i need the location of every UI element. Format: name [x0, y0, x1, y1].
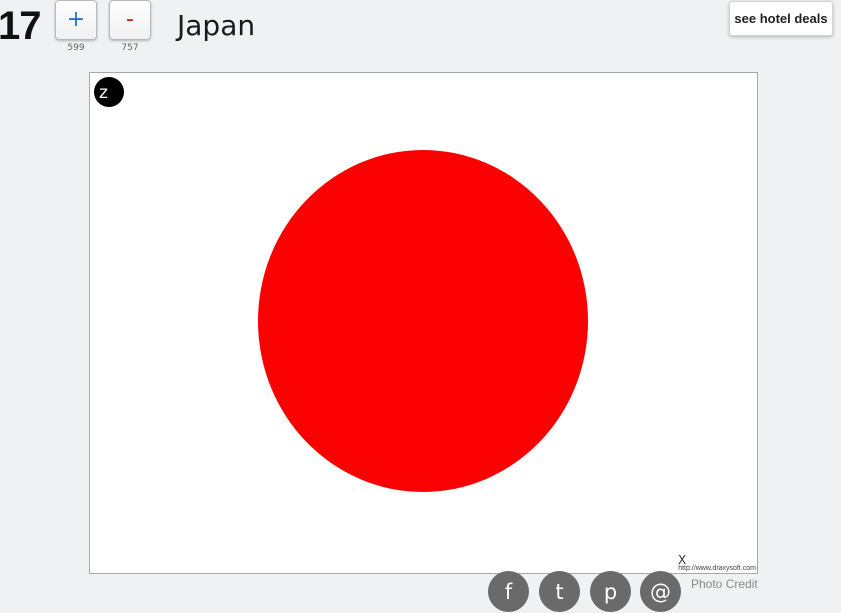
- upvote-count: 599: [67, 43, 85, 53]
- twitter-share-button[interactable]: t: [539, 571, 580, 612]
- downvote-count: 757: [121, 43, 139, 53]
- item-title: Japan: [177, 9, 256, 42]
- downvote-button[interactable]: -: [109, 0, 151, 40]
- zoom-icon[interactable]: z: [94, 77, 124, 107]
- email-icon: @: [650, 580, 671, 604]
- email-share-button[interactable]: @: [640, 571, 681, 612]
- twitter-icon: t: [555, 580, 564, 604]
- upvote-button[interactable]: +: [55, 0, 97, 40]
- pinterest-icon: p: [603, 580, 618, 604]
- flag-red-disc: [258, 150, 588, 492]
- photo-credit-link[interactable]: Photo Credit: [691, 577, 758, 591]
- pinterest-share-button[interactable]: p: [590, 571, 631, 612]
- photo-frame[interactable]: z http://www.draxysoft.com: [89, 72, 758, 574]
- see-hotel-deals-button[interactable]: see hotel deals: [729, 1, 833, 36]
- close-photo-button[interactable]: X: [678, 553, 686, 567]
- item-rank: 17: [0, 4, 41, 48]
- facebook-share-button[interactable]: f: [488, 571, 529, 612]
- photo-watermark: http://www.draxysoft.com: [678, 565, 756, 572]
- facebook-icon: f: [504, 580, 513, 604]
